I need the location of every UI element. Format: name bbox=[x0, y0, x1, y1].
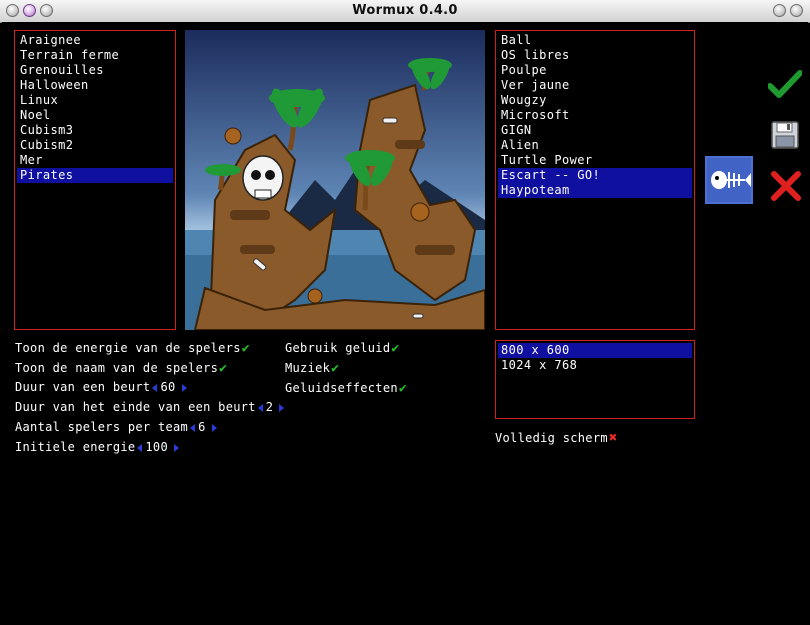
resolution-list-item[interactable]: 800 x 600 bbox=[498, 343, 692, 358]
increase-arrow-icon[interactable] bbox=[181, 383, 187, 392]
fullscreen-option[interactable]: Volledig scherm✖ bbox=[495, 430, 618, 446]
use-sound-option[interactable]: Gebruik geluid✔ bbox=[285, 340, 400, 356]
increase-arrow-icon[interactable] bbox=[211, 423, 217, 432]
team-list-item[interactable]: Escart -- GO! bbox=[498, 168, 692, 183]
turn-duration-label: Duur van een beurt bbox=[15, 380, 151, 394]
initial-energy-label: Initiele energie bbox=[15, 440, 136, 454]
ok-button[interactable] bbox=[767, 70, 803, 104]
music-label: Muziek bbox=[285, 361, 331, 375]
end-turn-duration-label: Duur van het einde van een beurt bbox=[15, 400, 256, 414]
team-list-item[interactable]: Poulpe bbox=[498, 63, 692, 78]
team-list-item[interactable]: OS libres bbox=[498, 48, 692, 63]
window-title: Wormux 0.4.0 bbox=[352, 3, 458, 18]
initial-energy-value: 100 bbox=[145, 440, 168, 454]
checkmark-icon: ✔ bbox=[331, 361, 340, 376]
checkmark-icon: ✔ bbox=[391, 341, 400, 356]
map-list-item[interactable]: Linux bbox=[17, 93, 173, 108]
map-list-item[interactable]: Mer bbox=[17, 153, 173, 168]
team-list-item[interactable]: Microsoft bbox=[498, 108, 692, 123]
cross-icon bbox=[771, 171, 801, 201]
show-name-label: Toon de naam van de spelers bbox=[15, 361, 219, 375]
fullscreen-label: Volledig scherm bbox=[495, 431, 608, 445]
fish-skeleton-icon bbox=[705, 156, 753, 204]
game-options-screen: Araignee Terrain ferme Grenouilles Hallowee… bbox=[2, 22, 808, 623]
title-bar: Wormux 0.4.0 bbox=[0, 0, 810, 23]
cross-icon: ✖ bbox=[608, 430, 618, 446]
map-preview-image bbox=[185, 30, 485, 330]
map-list-item[interactable]: Cubism3 bbox=[17, 123, 173, 138]
music-option[interactable]: Muziek✔ bbox=[285, 360, 339, 376]
team-list-item[interactable]: Ver jaune bbox=[498, 78, 692, 93]
map-list-item[interactable]: Terrain ferme bbox=[17, 48, 173, 63]
show-name-option[interactable]: Toon de naam van de spelers✔ bbox=[15, 360, 227, 376]
map-list-item[interactable]: Pirates bbox=[17, 168, 173, 183]
end-turn-duration-option: Duur van het einde van een beurt 2 bbox=[15, 399, 286, 415]
increase-arrow-icon[interactable] bbox=[173, 443, 179, 452]
team-list-item[interactable]: Wougzy bbox=[498, 93, 692, 108]
checkmark-icon bbox=[767, 70, 803, 98]
map-list-item[interactable]: Noel bbox=[17, 108, 173, 123]
decrease-arrow-icon[interactable] bbox=[152, 383, 158, 392]
team-list-item[interactable]: Ball bbox=[498, 33, 692, 48]
show-energy-label: Toon de energie van de spelers bbox=[15, 341, 241, 355]
show-energy-option[interactable]: Toon de energie van de spelers✔ bbox=[15, 340, 250, 356]
team-logo bbox=[705, 156, 753, 208]
checkmark-icon: ✔ bbox=[398, 381, 408, 396]
cancel-button[interactable] bbox=[770, 170, 802, 206]
increase-arrow-icon[interactable] bbox=[279, 403, 285, 412]
map-list-item[interactable]: Grenouilles bbox=[17, 63, 173, 78]
checkmark-icon: ✔ bbox=[241, 341, 250, 356]
sound-effects-label: Geluidseffecten bbox=[285, 381, 398, 395]
team-list-item[interactable]: Alien bbox=[498, 138, 692, 153]
map-list-item[interactable]: Cubism2 bbox=[17, 138, 173, 153]
players-per-team-label: Aantal spelers per team bbox=[15, 420, 189, 434]
team-list[interactable]: Ball OS libres Poulpe Ver jaune Wougzy Micros… bbox=[495, 30, 695, 330]
resolution-list-item[interactable]: 1024 x 768 bbox=[498, 358, 692, 373]
end-turn-duration-value: 2 bbox=[265, 400, 274, 414]
players-per-team-value: 6 bbox=[198, 420, 206, 434]
floppy-disk-icon bbox=[771, 121, 799, 149]
turn-duration-value: 60 bbox=[160, 380, 176, 394]
map-list-item[interactable]: Halloween bbox=[17, 78, 173, 93]
checkmark-icon: ✔ bbox=[219, 361, 228, 376]
decrease-arrow-icon[interactable] bbox=[257, 403, 263, 412]
team-list-item[interactable]: Turtle Power bbox=[498, 153, 692, 168]
decrease-arrow-icon[interactable] bbox=[190, 423, 196, 432]
map-list[interactable]: Araignee Terrain ferme Grenouilles Hallowee… bbox=[14, 30, 176, 330]
collapse-window-button[interactable] bbox=[790, 4, 803, 17]
team-list-item[interactable]: GIGN bbox=[498, 123, 692, 138]
turn-duration-option: Duur van een beurt 60 bbox=[15, 379, 189, 395]
decrease-arrow-icon[interactable] bbox=[137, 443, 143, 452]
resolution-list[interactable]: 800 x 600 1024 x 768 bbox=[495, 340, 695, 419]
map-list-item[interactable]: Araignee bbox=[17, 33, 173, 48]
team-list-item[interactable]: Haypoteam bbox=[498, 183, 692, 198]
toolbar-toggle-button[interactable] bbox=[773, 4, 786, 17]
map-preview bbox=[185, 30, 485, 330]
use-sound-label: Gebruik geluid bbox=[285, 341, 391, 355]
save-button[interactable] bbox=[771, 121, 799, 153]
sound-effects-option[interactable]: Geluidseffecten✔ bbox=[285, 380, 407, 396]
players-per-team-option: Aantal spelers per team 6 bbox=[15, 419, 219, 435]
initial-energy-option: Initiele energie 100 bbox=[15, 439, 181, 455]
